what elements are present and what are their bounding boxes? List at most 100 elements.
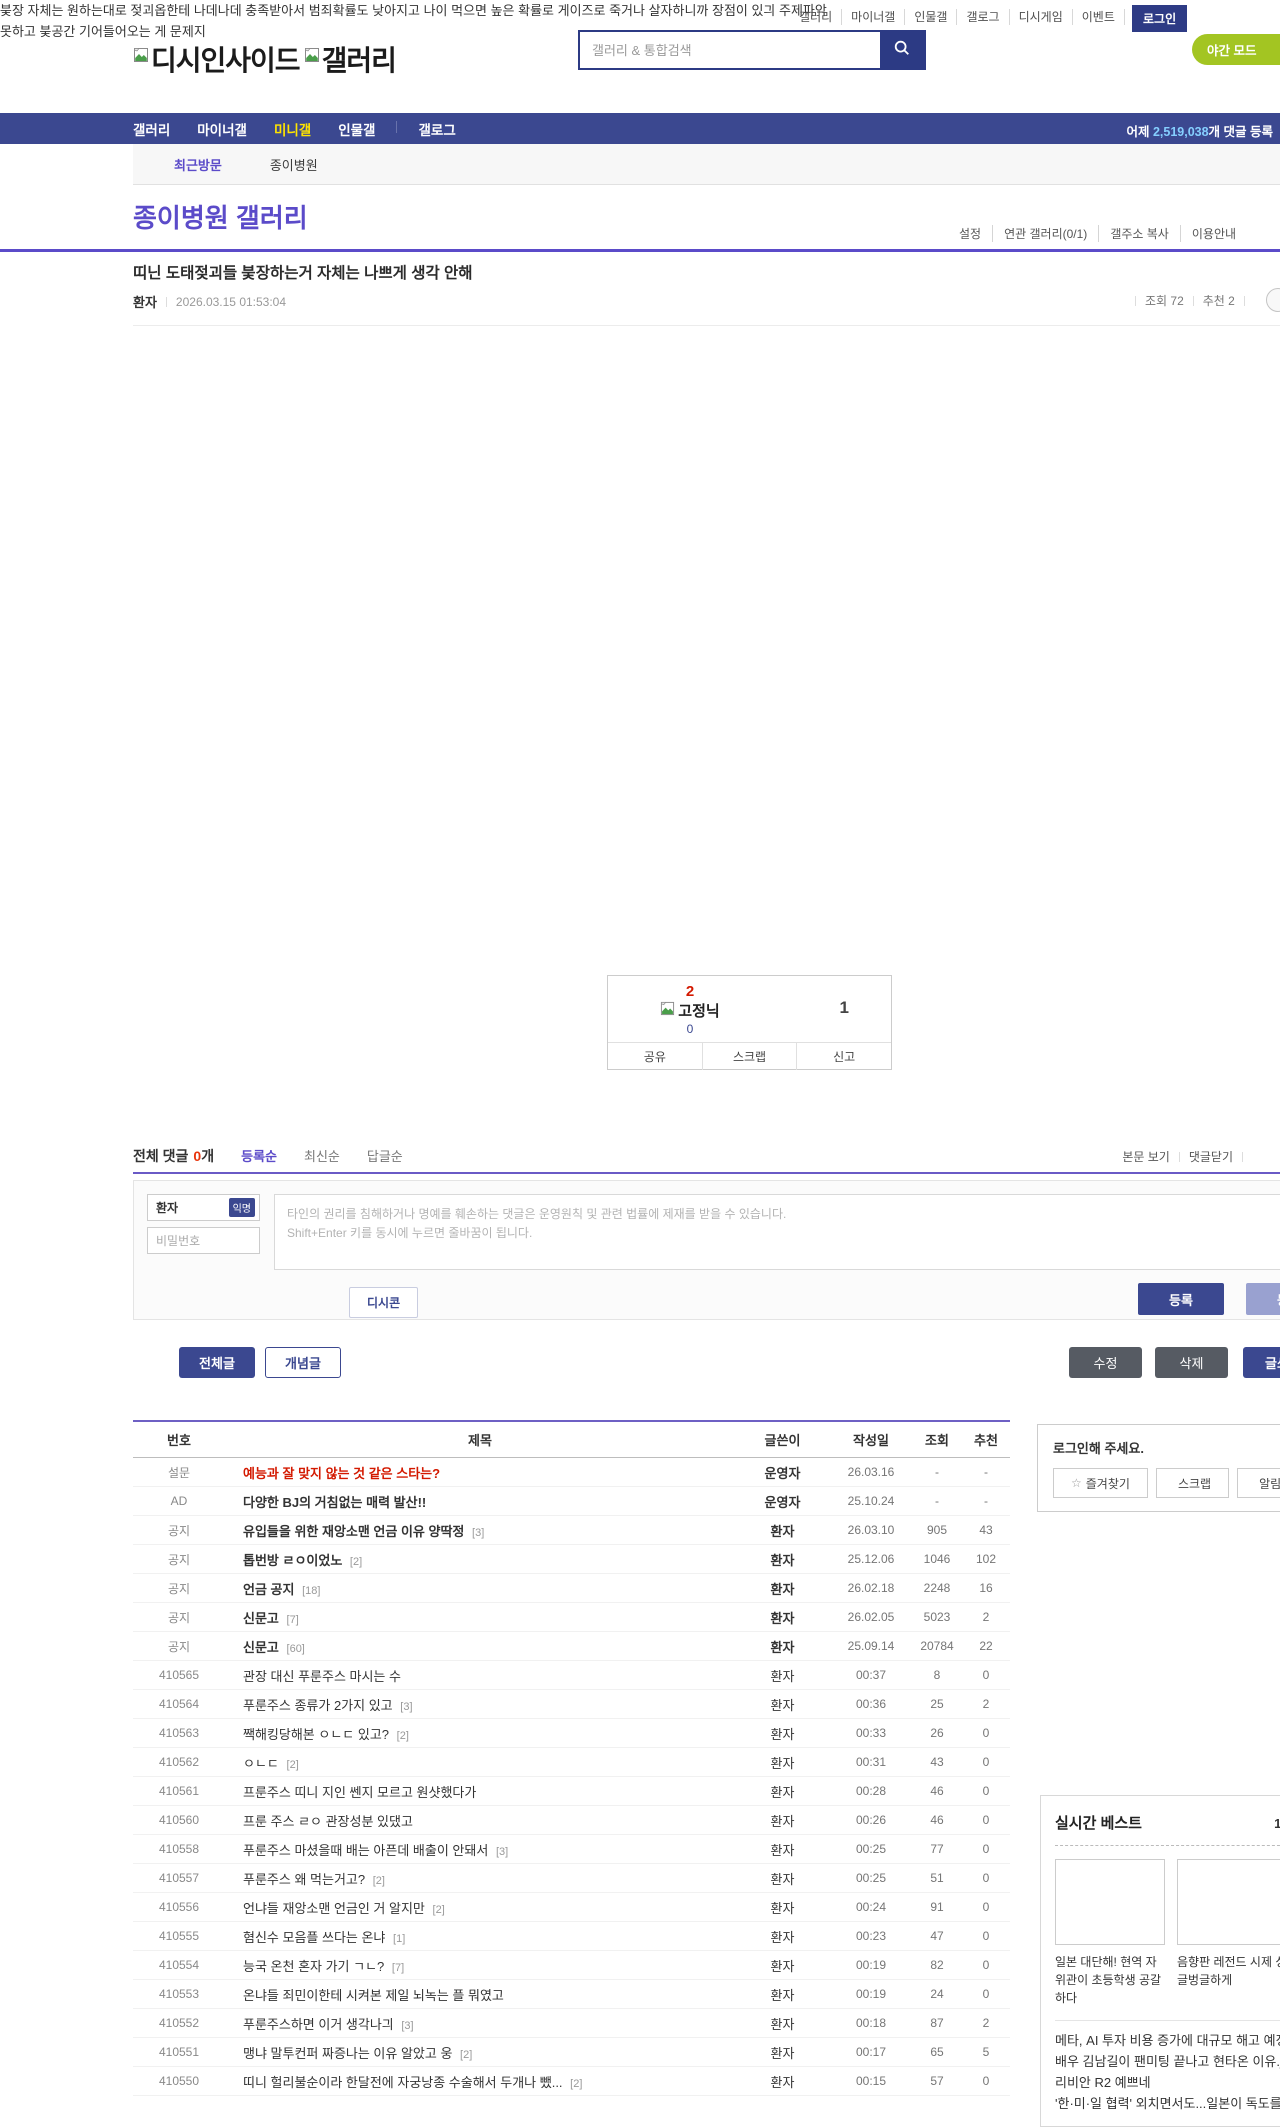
search-input[interactable] [580, 32, 880, 68]
post-title-link[interactable]: 톱번방 ㄹㅇ이었노 [243, 1553, 342, 1568]
nav-item[interactable]: 마이너갤 [197, 119, 247, 139]
post-writer[interactable]: 운영자 [735, 1463, 830, 1482]
table-row[interactable]: 410564 푸룬주스 종류가 2가지 있고 [3] 환자 00:36 25 2 [133, 1690, 1010, 1719]
post-title-link[interactable]: 언금 공지 [243, 1582, 294, 1597]
realtime-best-pagination[interactable]: 1/ [1274, 1816, 1280, 1831]
post-title-link[interactable]: 프룬주스 띠니 지인 쎈지 모르고 원샷했다가 [243, 1785, 476, 1800]
post-writer[interactable]: 환자 [735, 1869, 830, 1888]
nav-item[interactable]: 갤로그 [396, 119, 456, 139]
post-title-link[interactable]: 언냐들 재앙소맨 언금인 거 알지만 [243, 1901, 425, 1916]
table-row[interactable]: 공지 신문고 [60] 환자 25.09.14 20784 22 [133, 1632, 1010, 1661]
utility-link[interactable]: 갤러리 [790, 9, 841, 25]
utility-link[interactable]: 디시게임 [1008, 9, 1072, 25]
post-title-link[interactable]: 맹냐 말투컨퍼 짜증나는 이유 알았고 웅 [243, 2046, 452, 2061]
table-row[interactable]: 설문 예능과 잘 맞지 않는 것 같은 스타는? 운영자 26.03.16 - … [133, 1458, 1010, 1487]
sidebar-action-button[interactable]: ☆ 즐겨찾기 [1053, 1468, 1148, 1498]
post-writer[interactable]: 환자 [735, 2072, 830, 2091]
post-writer[interactable]: 환자 [735, 1782, 830, 1801]
post-title-link[interactable]: 유입들을 위한 재앙소맨 언금 이유 양딱정 [243, 1524, 464, 1539]
post-title-link[interactable]: 짹해킹당해본 ㅇㄴㄷ 있고? [243, 1727, 389, 1742]
post-title-link[interactable]: 능국 온천 혼자 가기 ㄱㄴ? [243, 1959, 384, 1974]
table-row[interactable]: 410565 관장 대신 푸룬주스 마시는 수 환자 00:37 8 0 [133, 1661, 1010, 1690]
nav-item[interactable]: 인물갤 [338, 119, 375, 139]
post-writer[interactable]: 환자 [735, 2014, 830, 2033]
post-title-link[interactable]: 신문고 [243, 1611, 279, 1626]
anonymous-badge[interactable]: 익명 [228, 1198, 255, 1217]
post-writer[interactable]: 환자 [735, 1927, 830, 1946]
comment-nickname-field[interactable]: 환자 익명 [147, 1194, 260, 1221]
comment-password-field[interactable] [147, 1227, 260, 1254]
table-row[interactable]: 410552 푸룬주스하면 이거 생각나긔 [3] 환자 00:18 87 2 [133, 2009, 1010, 2038]
post-writer[interactable]: 환자 [735, 1724, 830, 1743]
post-title-link[interactable]: 다양한 BJ의 거침없는 매력 발산!! [243, 1495, 426, 1510]
gallery-header-link[interactable]: 설정 [948, 225, 992, 242]
post-title-link[interactable]: 푸룬주스하면 이거 생각나긔 [243, 2017, 394, 2032]
table-row[interactable]: 410558 푸룬주스 마셨을때 배는 아픈데 배출이 안돼서 [3] 환자 0… [133, 1835, 1010, 1864]
post-writer[interactable]: 환자 [735, 1985, 830, 2004]
post-writer[interactable]: 운영자 [735, 1492, 830, 1511]
post-writer[interactable]: 환자 [735, 2043, 830, 2062]
comment-submit-button-secondary[interactable]: 등록 [1246, 1283, 1280, 1315]
post-writer[interactable]: 환자 [735, 1695, 830, 1714]
gallery-header-link[interactable]: 이용안내 [1179, 225, 1247, 242]
night-mode-toggle[interactable]: 야간 모드 [1192, 34, 1280, 65]
site-logo[interactable]: 디시인사이드 갤러리 [133, 38, 397, 80]
post-title-link[interactable]: 푸룬주스 종류가 2가지 있고 [243, 1698, 393, 1713]
edit-button[interactable]: 수정 [1069, 1347, 1142, 1378]
post-title-link[interactable]: 푸룬주스 마셨을때 배는 아픈데 배출이 안돼서 [243, 1843, 488, 1858]
best-card[interactable]: 음향판 레전드 시제 싱글벙글하게 [1177, 1859, 1280, 2007]
login-button[interactable]: 로그인 [1132, 5, 1188, 32]
table-row[interactable]: 410550 띠니 헐리불순이라 한달전에 자궁낭종 수술해서 두개나 뺐...… [133, 2067, 1010, 2096]
scrap-button[interactable]: 스크랩 [701, 1043, 797, 1070]
table-row[interactable]: 공지 신문고 [7] 환자 26.02.05 5023 2 [133, 1603, 1010, 1632]
sidebar-action-button[interactable]: 스크랩 [1155, 1468, 1230, 1498]
gallery-header-link[interactable]: 연관 갤러리(0/1) [992, 225, 1098, 242]
table-row[interactable]: 공지 톱번방 ㄹㅇ이었노 [2] 환자 25.12.06 1046 102 [133, 1545, 1010, 1574]
utility-link[interactable]: 마이너갤 [841, 9, 904, 25]
post-writer[interactable]: 환자 [735, 1579, 830, 1598]
post-writer[interactable]: 환자 [735, 1666, 830, 1685]
search-button[interactable] [880, 32, 924, 68]
best-list-item[interactable]: 배우 김남길이 팬미팅 끝나고 현타온 이유.jpg [1055, 2051, 1280, 2072]
gallery-title[interactable]: 종이병원 갤러리 [133, 198, 308, 235]
post-writer[interactable]: 환자 [735, 1811, 830, 1830]
post-writer[interactable]: 환자 [735, 1521, 830, 1540]
post-title-link[interactable]: 프룬 주스 ㄹㅇ 관장성분 있댔고 [243, 1814, 413, 1829]
table-row[interactable]: 410562 ㅇㄴㄷ [2] 환자 00:31 43 0 [133, 1748, 1010, 1777]
post-title-link[interactable]: 온냐들 죄민이한테 시켜본 제일 뇌녹는 플 뭐였고 [243, 1988, 504, 2003]
post-writer[interactable]: 환자 [735, 1898, 830, 1917]
upvote-area[interactable]: 2 고정닉 0 [634, 983, 746, 1036]
nav-item[interactable]: 미니갤 [274, 119, 311, 139]
comment-sort-option[interactable]: 최신순 [304, 1146, 340, 1165]
comment-textarea[interactable]: 타인의 권리를 침해하거나 명예를 훼손하는 댓글은 운영원칙 및 관련 법률에… [274, 1194, 1280, 1270]
table-row[interactable]: 410553 온냐들 죄민이한테 시켜본 제일 뇌녹는 플 뭐였고 환자 00:… [133, 1980, 1010, 2009]
comment-submit-button[interactable]: 등록 [1138, 1283, 1224, 1315]
write-button[interactable]: 글쓰기 [1243, 1347, 1280, 1378]
table-row[interactable]: 공지 언금 공지 [18] 환자 26.02.18 2248 16 [133, 1574, 1010, 1603]
report-button[interactable]: 신고 [796, 1043, 891, 1070]
post-author[interactable]: 환자 [133, 292, 157, 311]
gallery-header-link[interactable]: 갤주소 복사 [1098, 225, 1180, 242]
best-list-item[interactable]: 리비안 R2 예쁘네 [1055, 2072, 1280, 2093]
table-row[interactable]: 410561 프룬주스 띠니 지인 쎈지 모르고 원샷했다가 환자 00:28 … [133, 1777, 1010, 1806]
sidebar-action-button[interactable]: 알림 [1237, 1468, 1280, 1498]
post-title-link[interactable]: 신문고 [243, 1640, 279, 1655]
post-writer[interactable]: 환자 [735, 1608, 830, 1627]
table-row[interactable]: 410556 언냐들 재앙소맨 언금인 거 알지만 [2] 환자 00:24 9… [133, 1893, 1010, 1922]
best-list-item[interactable]: '한·미·일 협력' 외치면서도...일본이 독도를 [1055, 2093, 1280, 2114]
utility-link[interactable]: 인물갤 [904, 9, 956, 25]
post-writer[interactable]: 환자 [735, 1550, 830, 1569]
comment-sort-option[interactable]: 답글순 [367, 1146, 403, 1165]
post-title-link[interactable]: 관장 대신 푸룬주스 마시는 수 [243, 1669, 401, 1684]
close-comments-button[interactable]: 댓글닫기 [1189, 1148, 1233, 1165]
post-title-link[interactable]: 푸룬주스 왜 먹는거고? [243, 1872, 365, 1887]
dccon-button[interactable]: 디시콘 [349, 1287, 419, 1318]
utility-link[interactable]: 이벤트 [1071, 9, 1124, 25]
table-row[interactable]: 410557 푸룬주스 왜 먹는거고? [2] 환자 00:25 51 0 [133, 1864, 1010, 1893]
best-list-item[interactable]: 메타, AI 투자 비용 증가에 대규모 해고 예정 [1055, 2030, 1280, 2051]
fixed-nick-toggle[interactable]: 고정닉 [634, 1000, 746, 1021]
utility-link[interactable]: 갤로그 [956, 9, 1008, 25]
view-post-button[interactable]: 본문 보기 [1122, 1148, 1170, 1165]
table-row[interactable]: 410551 맹냐 말투컨퍼 짜증나는 이유 알았고 웅 [2] 환자 00:1… [133, 2038, 1010, 2067]
table-row[interactable]: 410563 짹해킹당해본 ㅇㄴㄷ 있고? [2] 환자 00:33 26 0 [133, 1719, 1010, 1748]
